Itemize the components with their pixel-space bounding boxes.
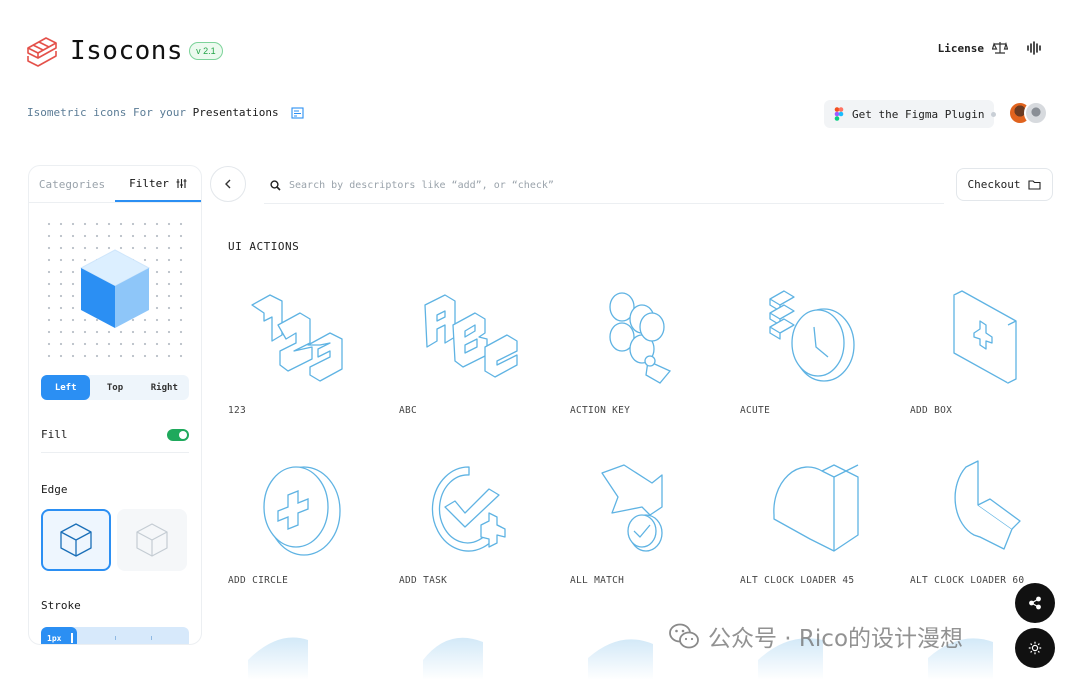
tab-filter-label: Filter — [129, 176, 169, 190]
icon-card[interactable]: ALL MATCH — [570, 455, 720, 605]
action-key-icon — [609, 292, 672, 384]
tab-categories[interactable]: Categories — [29, 166, 115, 202]
numbers-123-icon — [251, 294, 343, 382]
folder-icon — [1028, 180, 1042, 190]
avatar-group[interactable] — [1008, 101, 1048, 125]
fill-row: Fill — [41, 428, 189, 441]
figma-plugin-button[interactable]: Get the Figma Plugin — [824, 100, 995, 128]
icon-card[interactable]: ACUTE — [740, 285, 890, 435]
icon-label: ADD TASK — [399, 575, 448, 586]
checkout-label: Checkout — [967, 178, 1021, 191]
icon-label: ABC — [399, 405, 418, 416]
section-title: UI ACTIONS — [228, 240, 300, 253]
license-link[interactable]: License — [938, 41, 1008, 55]
tagline-strong: Presentations — [192, 106, 279, 119]
view-left-button[interactable]: Left — [41, 375, 91, 400]
tab-filter[interactable]: Filter — [115, 166, 201, 202]
avatar[interactable] — [1024, 101, 1048, 125]
audio-wave-icon[interactable] — [1026, 41, 1042, 55]
add-box-icon — [953, 290, 1017, 384]
icon-card[interactable]: ACTION KEY — [570, 285, 720, 435]
chevron-left-icon — [225, 179, 231, 189]
share-button[interactable] — [1015, 583, 1055, 623]
acute-icon — [769, 290, 855, 382]
cube-preview — [41, 216, 189, 362]
icon-label: ADD BOX — [910, 405, 953, 416]
view-right-button[interactable]: Right — [140, 375, 189, 400]
app-logo[interactable]: Isocons v 2.1 — [24, 34, 223, 68]
all-match-icon — [601, 464, 663, 552]
theme-toggle-button[interactable] — [1015, 628, 1055, 668]
slider-tick — [151, 636, 152, 640]
edge-option-light[interactable] — [117, 509, 187, 571]
scale-icon — [992, 41, 1008, 54]
slider-tick — [115, 636, 116, 640]
fill-toggle[interactable] — [167, 428, 189, 441]
brick-logo-icon — [27, 37, 57, 67]
icon-label: 123 — [228, 405, 247, 416]
collapse-sidebar-button[interactable] — [210, 166, 246, 202]
icon-label: ADD CIRCLE — [228, 575, 289, 586]
stroke-value[interactable]: 1px — [41, 627, 77, 644]
clock-loader-45-icon — [773, 464, 859, 552]
clock-loader-60-icon — [954, 460, 1021, 550]
icon-label: ALT CLOCK LOADER 45 — [740, 575, 855, 586]
tagline: Isometric icons For your Presentations — [27, 106, 304, 119]
share-icon — [1029, 596, 1041, 610]
edge-label: Edge — [41, 483, 68, 496]
letters-abc-icon — [424, 294, 518, 378]
license-label: License — [937, 41, 984, 55]
icon-label: ALL MATCH — [570, 575, 625, 586]
presentation-icon — [291, 107, 304, 119]
cube-outline-icon — [60, 523, 92, 557]
figma-icon — [834, 107, 844, 121]
separator-dot — [991, 112, 996, 117]
divider — [41, 452, 189, 453]
view-selector: Left Top Right — [41, 375, 189, 400]
checkout-button[interactable]: Checkout — [956, 168, 1053, 201]
stroke-slider[interactable]: 1px — [41, 627, 189, 644]
sliders-icon — [176, 178, 187, 188]
tagline-prefix: Isometric icons For your — [27, 106, 186, 119]
sidebar-tabs: Categories Filter — [29, 166, 201, 203]
app-title: Isocons — [70, 36, 184, 66]
filter-sidebar: Categories Filter Left Top Right Fill Ed… — [28, 165, 202, 645]
watermark: 公众号 · Rico的设计漫想 — [668, 619, 963, 653]
icon-card[interactable]: ADD CIRCLE — [228, 455, 378, 605]
add-task-icon — [431, 466, 506, 552]
cube-preview-icon — [79, 249, 151, 328]
view-top-button[interactable]: Top — [90, 375, 139, 400]
version-badge: v 2.1 — [189, 42, 223, 60]
icon-label: ALT CLOCK LOADER 60 — [910, 575, 1025, 586]
icon-card[interactable]: ADD TASK — [399, 455, 549, 605]
figma-plugin-label: Get the Figma Plugin — [852, 107, 985, 121]
search-bar — [264, 168, 944, 204]
search-icon — [270, 180, 281, 191]
icon-card[interactable]: 123 — [228, 285, 378, 435]
add-circle-icon — [263, 466, 341, 556]
search-input[interactable] — [289, 180, 944, 191]
sun-icon — [1028, 641, 1042, 655]
wechat-icon — [669, 623, 699, 649]
cube-faint-icon — [136, 523, 168, 557]
icon-card[interactable]: ABC — [399, 285, 549, 435]
icon-label: ACUTE — [740, 405, 771, 416]
icon-card[interactable]: ADD BOX — [910, 285, 1060, 435]
fill-label: Fill — [41, 428, 68, 441]
icon-card[interactable]: ALT CLOCK LOADER 45 — [740, 455, 890, 605]
icon-label: ACTION KEY — [570, 405, 631, 416]
watermark-text: 公众号 · Rico的设计漫想 — [708, 626, 964, 652]
edge-option-solid[interactable] — [41, 509, 111, 571]
stroke-label: Stroke — [41, 599, 81, 612]
